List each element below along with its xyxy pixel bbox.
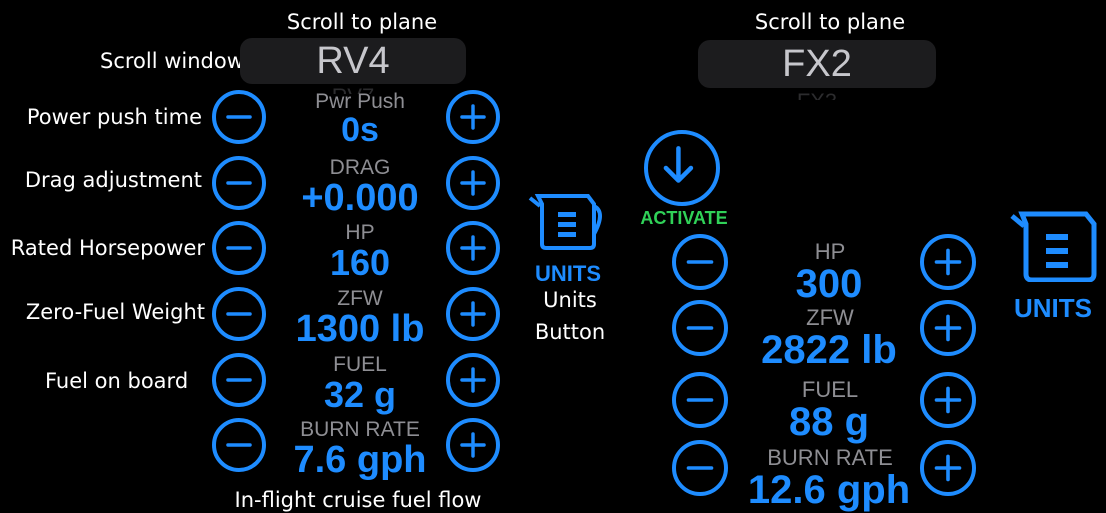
annotation-zero-fuel-weight: Zero-Fuel Weight bbox=[25, 300, 205, 324]
decrement-zfw-button[interactable] bbox=[672, 300, 728, 356]
plane-picker-left[interactable]: RV4 bbox=[240, 38, 466, 84]
units-button-left[interactable]: UNITS bbox=[526, 190, 610, 286]
plane-picker-selected-right: FX2 bbox=[782, 43, 852, 85]
minus-circle-icon bbox=[686, 326, 714, 330]
annotation-scroll-window: Scroll window bbox=[100, 49, 244, 73]
decrement-fuel-button[interactable] bbox=[672, 372, 728, 428]
setting-value: +0.000 bbox=[301, 177, 419, 219]
annotation-drag-adjustment: Drag adjustment bbox=[24, 168, 202, 192]
minus-circle-icon bbox=[686, 398, 714, 402]
measuring-jug-icon bbox=[1010, 211, 1097, 283]
arrow-down-circle-icon bbox=[663, 146, 694, 183]
annotation-cruise-fuel-flow: In-flight cruise fuel flow bbox=[234, 488, 482, 512]
minus-circle-icon bbox=[686, 260, 714, 264]
annotation-scroll-to-plane-left: Scroll to plane bbox=[286, 10, 438, 34]
annotation-scroll-to-plane-right: Scroll to plane bbox=[754, 10, 906, 34]
units-label-right: UNITS bbox=[1014, 293, 1092, 323]
annotation-units-line2: Button bbox=[534, 320, 606, 344]
activate-button[interactable] bbox=[644, 130, 720, 206]
setting-value: 2822 lb bbox=[761, 328, 897, 372]
plane-picker-selected: RV4 bbox=[316, 40, 390, 82]
measuring-jug-icon bbox=[528, 194, 602, 250]
units-button-right[interactable]: UNITS bbox=[1008, 208, 1106, 328]
setting-value: 88 g bbox=[788, 400, 870, 444]
annotation-units-line1: Units bbox=[543, 288, 597, 312]
activate-label: ACTIVATE bbox=[640, 208, 728, 228]
setting-value: 160 bbox=[329, 242, 391, 283]
setting-value: 1300 lb bbox=[295, 308, 425, 350]
annotation-fuel-on-board: Fuel on board bbox=[45, 369, 189, 393]
units-label-left: UNITS bbox=[535, 261, 601, 286]
setting-value: 300 bbox=[795, 262, 863, 306]
minus-circle-icon bbox=[686, 466, 714, 470]
annotation-rated-horsepower: Rated Horsepower bbox=[10, 236, 205, 260]
annotation-power-push-time: Power push time bbox=[26, 105, 202, 129]
plane-picker-right[interactable]: FX2 bbox=[698, 40, 936, 88]
plane-picker-next-right: FX3 bbox=[698, 88, 936, 100]
decrement-burn-rate-button[interactable] bbox=[672, 440, 728, 496]
setting-value: 32 g bbox=[323, 374, 397, 415]
decrement-hp-button[interactable] bbox=[672, 234, 728, 290]
setting-value: 0s bbox=[341, 111, 379, 149]
setting-value: 12.6 gph bbox=[747, 468, 911, 512]
setting-value: 7.6 gph bbox=[293, 439, 427, 481]
